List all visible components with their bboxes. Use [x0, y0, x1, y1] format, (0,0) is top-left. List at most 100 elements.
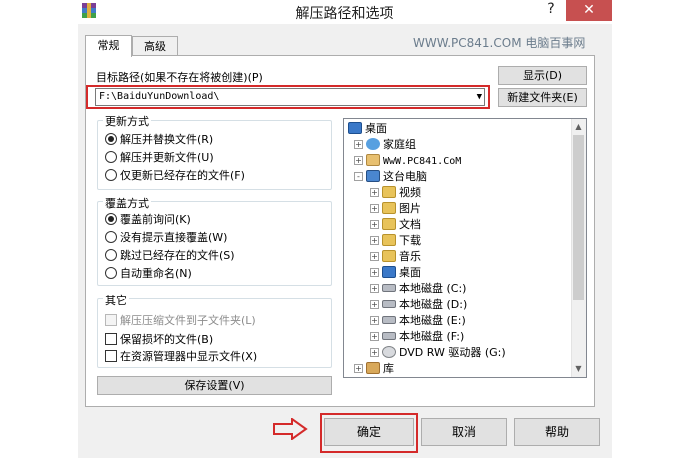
- checkbox-show-in-explorer[interactable]: 在资源管理器中显示文件(X): [105, 348, 257, 364]
- music-folder-icon: [382, 250, 396, 262]
- radio-skip-existing[interactable]: 跳过已经存在的文件(S): [105, 247, 235, 263]
- radio-update-existing[interactable]: 仅更新已经存在的文件(F): [105, 167, 245, 183]
- expand-icon[interactable]: +: [354, 364, 363, 373]
- tree-item-homegroup[interactable]: + 家庭组: [354, 137, 416, 152]
- radio-label: 仅更新已经存在的文件(F): [120, 169, 245, 182]
- save-settings-button[interactable]: 保存设置(V): [97, 376, 332, 395]
- tree-item-label: WwW.PC841.CoM: [383, 156, 462, 167]
- close-button[interactable]: ✕: [566, 0, 612, 21]
- overwrite-mode-title: 覆盖方式: [103, 195, 151, 211]
- tree-item-label: 音乐: [399, 250, 421, 263]
- checkbox[interactable]: [105, 333, 117, 345]
- destination-path-combobox[interactable]: F:\BaiduYunDownload\ ▼: [95, 88, 485, 106]
- tree-item-label: 文档: [399, 218, 421, 231]
- tree-item-label: DVD RW 驱动器 (G:): [399, 346, 506, 359]
- expand-icon[interactable]: +: [370, 268, 379, 277]
- tree-item-libraries[interactable]: + 库: [354, 361, 394, 376]
- folder-tree-view[interactable]: 桌面 + 家庭组 + WwW.PC841.CoM - 这台电脑 + 视频 + 图片 + 文档…: [343, 118, 587, 378]
- radio-button-selected[interactable]: [105, 213, 117, 225]
- radio-extract-replace[interactable]: 解压并替换文件(R): [105, 131, 213, 147]
- expand-icon[interactable]: +: [370, 284, 379, 293]
- watermark-text: WWW.PC841.COM 电脑百事网: [413, 36, 586, 50]
- radio-button[interactable]: [105, 267, 117, 279]
- expand-icon[interactable]: +: [370, 316, 379, 325]
- tree-item-desktop[interactable]: + 桌面: [370, 265, 421, 280]
- update-mode-title: 更新方式: [103, 113, 151, 129]
- tab-general[interactable]: 常规: [85, 35, 132, 57]
- radio-label: 解压并更新文件(U): [120, 151, 214, 164]
- checkbox[interactable]: [105, 350, 117, 362]
- expand-icon[interactable]: +: [370, 300, 379, 309]
- tree-item-user[interactable]: + WwW.PC841.CoM: [354, 153, 461, 168]
- destination-path-label: 目标路径(如果不存在将被创建)(P): [96, 71, 263, 84]
- dvd-drive-icon: [382, 346, 396, 358]
- radio-extract-update[interactable]: 解压并更新文件(U): [105, 149, 214, 165]
- tree-item-label: 这台电脑: [383, 170, 427, 183]
- tree-item-dvd-drive[interactable]: + DVD RW 驱动器 (G:): [370, 345, 506, 360]
- drive-icon: [382, 332, 396, 340]
- close-icon: ✕: [583, 2, 595, 18]
- tab-advanced[interactable]: 高级: [132, 36, 178, 57]
- computer-icon: [366, 170, 380, 182]
- radio-ask-before-overwrite[interactable]: 覆盖前询问(K): [105, 211, 191, 227]
- user-icon: [366, 154, 380, 166]
- expand-icon[interactable]: +: [354, 140, 363, 149]
- radio-button-selected[interactable]: [105, 133, 117, 145]
- expand-icon[interactable]: +: [370, 348, 379, 357]
- show-button[interactable]: 显示(D): [498, 66, 587, 85]
- folder-icon: [382, 202, 396, 214]
- homegroup-icon: [366, 138, 380, 150]
- tree-item-this-pc[interactable]: - 这台电脑: [354, 169, 427, 184]
- tree-item-label: 库: [383, 362, 394, 375]
- radio-button[interactable]: [105, 231, 117, 243]
- scroll-down-arrow-icon[interactable]: ▼: [571, 361, 586, 377]
- cancel-button[interactable]: 取消: [421, 418, 507, 446]
- radio-button[interactable]: [105, 249, 117, 261]
- chevron-down-icon[interactable]: ▼: [477, 89, 482, 105]
- other-options-title: 其它: [103, 292, 129, 308]
- tree-item-drive-f[interactable]: + 本地磁盘 (F:): [370, 329, 464, 344]
- system-drive-icon: [382, 284, 396, 292]
- expand-icon[interactable]: +: [370, 220, 379, 229]
- tree-item-videos[interactable]: + 视频: [370, 185, 421, 200]
- tree-item-drive-c[interactable]: + 本地磁盘 (C:): [370, 281, 466, 296]
- tree-item-downloads[interactable]: + 下载: [370, 233, 421, 248]
- expand-icon[interactable]: +: [370, 236, 379, 245]
- scroll-up-arrow-icon[interactable]: ▲: [571, 119, 586, 135]
- tree-item-label: 家庭组: [383, 138, 416, 151]
- radio-button[interactable]: [105, 151, 117, 163]
- tree-item-label: 视频: [399, 186, 421, 199]
- ok-button[interactable]: 确定: [324, 418, 414, 446]
- checkbox-extract-to-subfolder: 解压压缩文件到子文件夹(L): [105, 312, 256, 328]
- new-folder-button[interactable]: 新建文件夹(E): [498, 88, 587, 107]
- checkbox-label: 解压压缩文件到子文件夹(L): [120, 314, 256, 327]
- expand-icon[interactable]: +: [370, 332, 379, 341]
- radio-label: 覆盖前询问(K): [120, 213, 191, 226]
- help-question-button[interactable]: ?: [541, 0, 561, 20]
- tree-item-desktop-root[interactable]: 桌面: [348, 121, 387, 136]
- tree-item-label: 桌面: [399, 266, 421, 279]
- expand-icon[interactable]: +: [354, 156, 363, 165]
- tree-item-label: 本地磁盘 (E:): [399, 314, 466, 327]
- scrollbar-thumb[interactable]: [573, 135, 584, 300]
- tree-item-label: 图片: [399, 202, 421, 215]
- drive-icon: [382, 316, 396, 324]
- radio-auto-rename[interactable]: 自动重命名(N): [105, 265, 192, 281]
- folder-icon: [382, 186, 396, 198]
- expand-icon[interactable]: +: [370, 204, 379, 213]
- radio-button[interactable]: [105, 169, 117, 181]
- checkbox-keep-broken-files[interactable]: 保留损坏的文件(B): [105, 331, 213, 347]
- tree-item-music[interactable]: + 音乐: [370, 249, 421, 264]
- radio-label: 解压并替换文件(R): [120, 133, 214, 146]
- tree-item-documents[interactable]: + 文档: [370, 217, 421, 232]
- help-button[interactable]: 帮助: [514, 418, 600, 446]
- collapse-icon[interactable]: -: [354, 172, 363, 181]
- radio-overwrite-without-prompt[interactable]: 没有提示直接覆盖(W): [105, 229, 227, 245]
- tree-item-pictures[interactable]: + 图片: [370, 201, 421, 216]
- drive-icon: [382, 300, 396, 308]
- tree-item-drive-d[interactable]: + 本地磁盘 (D:): [370, 297, 467, 312]
- tree-item-drive-e[interactable]: + 本地磁盘 (E:): [370, 313, 466, 328]
- folder-icon: [382, 218, 396, 230]
- expand-icon[interactable]: +: [370, 188, 379, 197]
- expand-icon[interactable]: +: [370, 252, 379, 261]
